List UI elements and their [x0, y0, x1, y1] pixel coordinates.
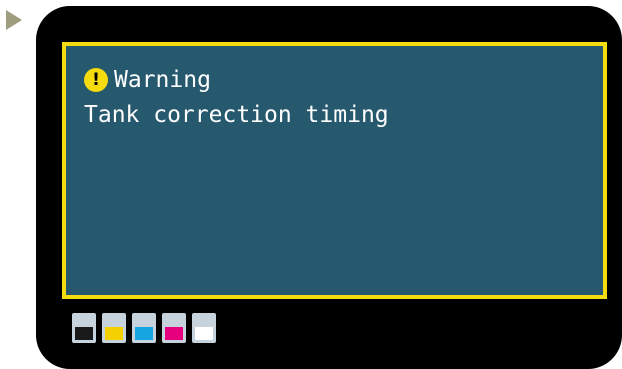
- ink-tank-white: [192, 313, 216, 343]
- printer-display-screen: ! Warning Tank correction timing: [36, 6, 622, 369]
- warning-title: Warning: [114, 67, 211, 93]
- ink-level-cyan: [135, 327, 153, 340]
- ink-tank-magenta: [162, 313, 186, 343]
- play-arrow-icon: [6, 10, 22, 30]
- warning-panel: ! Warning Tank correction timing: [62, 42, 607, 299]
- ink-level-indicators: [72, 313, 216, 343]
- ink-tank-black: [72, 313, 96, 343]
- ink-level-yellow: [105, 327, 123, 340]
- warning-message: Tank correction timing: [84, 102, 389, 128]
- ink-tank-yellow: [102, 313, 126, 343]
- exclamation-icon: !: [84, 68, 108, 92]
- ink-level-black: [75, 327, 93, 340]
- ink-level-white: [195, 327, 213, 340]
- ink-level-magenta: [165, 327, 183, 340]
- warning-header: ! Warning: [84, 66, 211, 94]
- ink-tank-cyan: [132, 313, 156, 343]
